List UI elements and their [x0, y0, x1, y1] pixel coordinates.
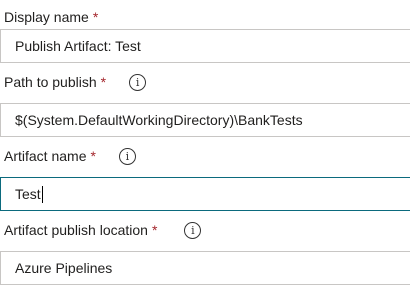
- info-icon[interactable]: i: [129, 73, 147, 91]
- artifact-publish-location-label: Artifact publish location: [4, 222, 148, 238]
- display-name-label: Display name: [4, 9, 89, 25]
- artifact-name-label-row: Artifact name * i: [4, 147, 136, 165]
- path-to-publish-label-row: Path to publish * i: [4, 73, 147, 91]
- artifact-name-input[interactable]: Test: [0, 177, 410, 211]
- required-marker: *: [151, 222, 158, 238]
- artifact-name-value: Test: [15, 186, 41, 202]
- info-icon[interactable]: i: [118, 147, 136, 165]
- artifact-publish-location-dropdown[interactable]: Azure Pipelines: [0, 251, 410, 285]
- path-to-publish-label: Path to publish: [4, 74, 97, 90]
- required-marker: *: [100, 74, 107, 90]
- required-marker: *: [90, 148, 96, 164]
- display-name-input[interactable]: Publish Artifact: Test: [0, 29, 410, 63]
- text-caret: [41, 185, 43, 203]
- path-to-publish-input[interactable]: $(System.DefaultWorkingDirectory)\BankTe…: [0, 103, 410, 137]
- display-name-label-row: Display name *: [4, 8, 98, 26]
- display-name-value: Publish Artifact: Test: [15, 38, 141, 54]
- path-to-publish-value: $(System.DefaultWorkingDirectory)\BankTe…: [15, 112, 303, 128]
- info-icon[interactable]: i: [184, 221, 202, 239]
- artifact-name-label: Artifact name: [4, 148, 87, 164]
- artifact-publish-location-label-row: Artifact publish location * i: [4, 221, 202, 239]
- publish-artifact-form: Display name * Publish Artifact: Test Pa…: [0, 0, 410, 299]
- artifact-publish-location-value: Azure Pipelines: [15, 260, 113, 276]
- required-marker: *: [92, 9, 99, 25]
